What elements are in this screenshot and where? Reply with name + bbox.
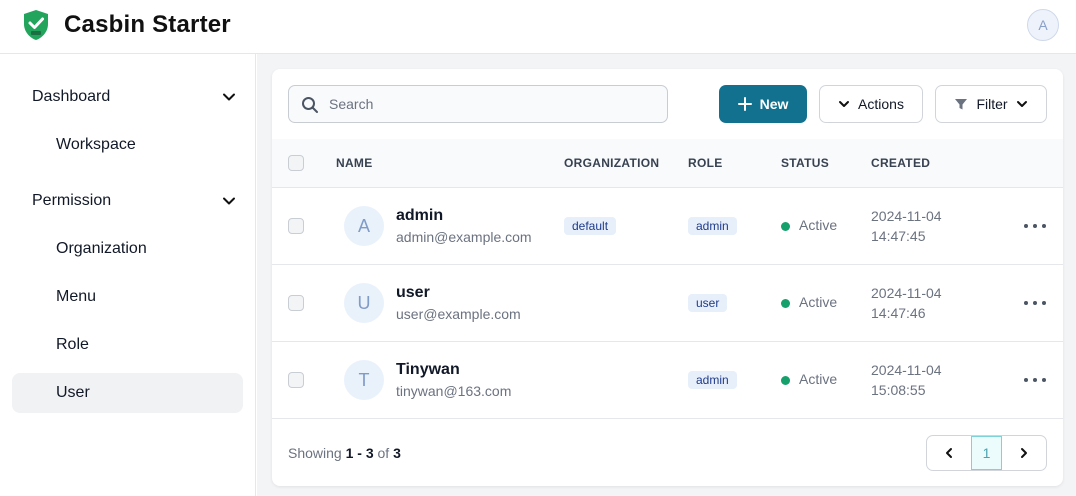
sidebar-item-label: Organization [56,240,147,257]
previous-page-button[interactable] [927,436,971,470]
sidebar-item-user[interactable]: User [12,373,243,413]
actions-button-label: Actions [858,96,904,112]
pagination: 1 [926,435,1047,471]
created-time: 14:47:46 [871,305,926,321]
created-time: 15:08:55 [871,382,926,398]
user-avatar[interactable]: A [1027,9,1059,41]
created-date: 2024-11-04 [871,285,942,301]
chevron-down-icon [223,197,235,205]
user-email: admin@example.com [396,229,532,245]
showing-prefix: Showing [288,445,342,461]
page-button-current[interactable]: 1 [971,436,1002,470]
user-name: user [396,284,430,301]
sidebar-group-label: Permission [32,192,112,209]
chevron-right-icon [1021,448,1027,458]
new-button[interactable]: New [719,85,807,123]
showing-range: 1 - 3 [345,445,374,461]
search-icon [302,97,318,113]
users-table-card: New Actions Filter NAME ORGANIZATION ROL… [272,69,1063,486]
created-time: 14:47:45 [871,228,926,244]
chevron-left-icon [946,448,952,458]
user-email: tinywan@163.com [396,383,512,399]
sidebar-group-permission[interactable]: Permission [12,181,243,221]
more-options-icon[interactable] [1024,370,1046,390]
row-checkbox[interactable] [288,218,304,234]
sidebar-group-label: Dashboard [32,88,111,105]
status-text: Active [799,217,838,233]
status-dot-icon [781,222,790,231]
status-dot-icon [781,299,790,308]
showing-of: of [377,445,390,461]
shield-check-icon[interactable] [22,9,50,41]
sidebar-item-label: Menu [56,288,97,305]
created-at: 2024-11-04 14:47:46 [871,283,942,323]
user-name: admin [396,207,444,224]
sidebar: Dashboard Workspace Permission Organizat… [0,54,256,496]
user-name: Tinywan [396,361,460,378]
sidebar-item-label: Role [56,336,89,353]
pagination-summary: Showing 1 - 3 of 3 [288,445,401,461]
avatar: A [344,206,384,246]
sidebar-item-organization[interactable]: Organization [12,229,243,269]
next-page-button[interactable] [1002,436,1046,470]
table-header: NAME ORGANIZATION ROLE STATUS CREATED [272,139,1063,187]
role-badge: admin [688,217,737,235]
organization-badge: default [564,217,617,235]
role-badge: admin [688,371,737,389]
more-options-icon[interactable] [1024,293,1046,313]
column-header-organization[interactable]: ORGANIZATION [564,156,659,170]
avatar: U [344,283,384,323]
created-date: 2024-11-04 [871,208,942,224]
sidebar-item-label: Workspace [56,136,136,153]
table-row[interactable]: A admin admin@example.com default admin … [272,187,1063,264]
app-title[interactable]: Casbin Starter [64,11,231,39]
showing-total: 3 [393,445,401,461]
status-text: Active [799,371,838,387]
search-box[interactable] [288,85,668,123]
created-date: 2024-11-04 [871,362,942,378]
column-header-name[interactable]: NAME [336,156,373,170]
created-at: 2024-11-04 15:08:55 [871,360,942,400]
new-button-label: New [759,96,789,112]
column-header-role[interactable]: ROLE [688,156,723,170]
column-header-status[interactable]: STATUS [781,156,829,170]
filter-button-label: Filter [976,96,1008,112]
created-at: 2024-11-04 14:47:45 [871,206,942,246]
avatar: T [344,360,384,400]
sidebar-item-label: User [56,384,90,401]
search-input[interactable] [329,86,659,122]
filter-button[interactable]: Filter [935,85,1047,123]
chevron-down-icon [839,101,850,107]
table-row[interactable]: T Tinywan tinywan@163.com admin Active 2… [272,341,1063,418]
row-checkbox[interactable] [288,372,304,388]
top-header: Casbin Starter A [0,0,1076,54]
sidebar-item-workspace[interactable]: Workspace [12,125,243,165]
role-badge: user [688,294,728,312]
sidebar-item-role[interactable]: Role [12,325,243,365]
status-dot-icon [781,376,790,385]
column-header-created[interactable]: CREATED [871,156,930,170]
more-options-icon[interactable] [1024,216,1046,236]
funnel-icon [955,99,968,110]
table-footer: Showing 1 - 3 of 3 1 [272,418,1063,486]
row-checkbox[interactable] [288,295,304,311]
chevron-down-icon [1016,101,1027,107]
table-row[interactable]: U user user@example.com user Active 2024… [272,264,1063,341]
actions-button[interactable]: Actions [819,85,923,123]
select-all-checkbox[interactable] [288,155,304,171]
sidebar-item-menu[interactable]: Menu [12,277,243,317]
chevron-down-icon [223,93,235,101]
sidebar-group-dashboard[interactable]: Dashboard [12,77,243,117]
plus-icon [737,97,752,111]
user-email: user@example.com [396,306,521,322]
status-text: Active [799,294,838,310]
